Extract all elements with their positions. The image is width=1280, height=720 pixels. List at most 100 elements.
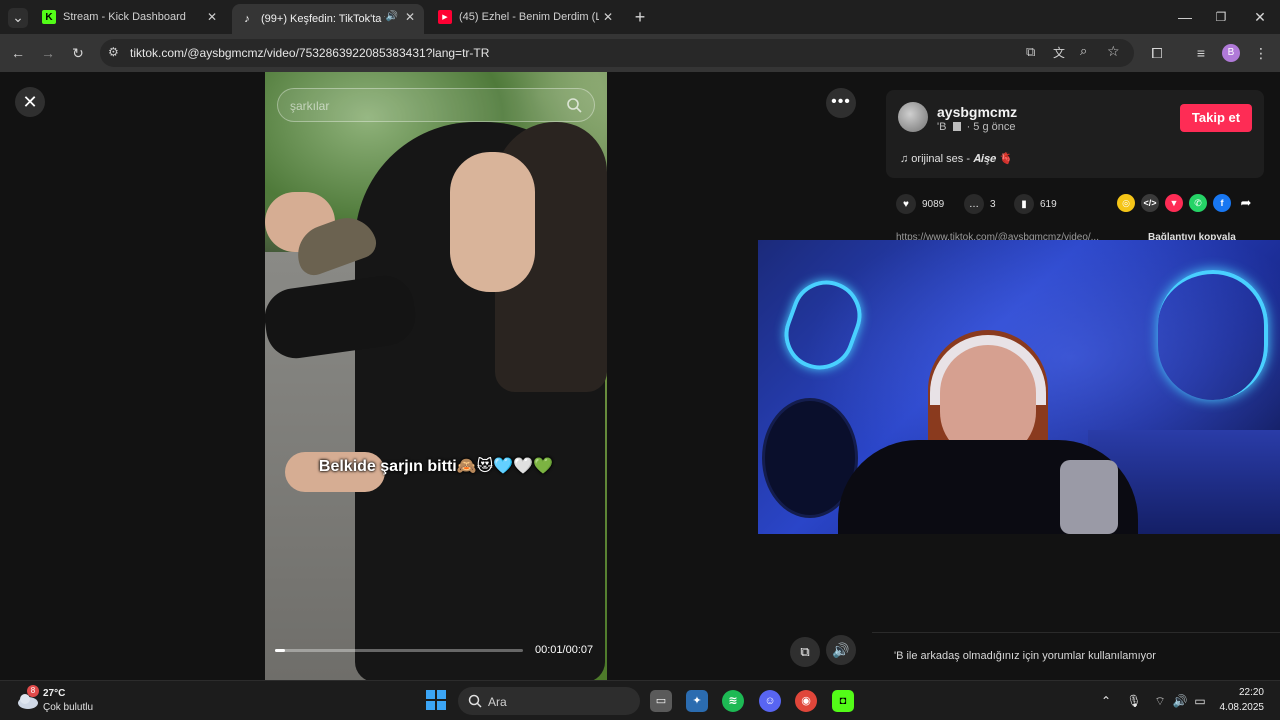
- close-icon[interactable]: ✕: [204, 9, 220, 25]
- weather-description[interactable]: Çok bulutlu: [43, 702, 93, 713]
- back-icon[interactable]: ←: [9, 44, 27, 62]
- menu-kebab-icon[interactable]: ⋮: [1252, 44, 1270, 62]
- volume-button[interactable]: 🔊: [826, 635, 856, 665]
- tiktok-icon: ♪: [244, 13, 250, 25]
- windows-taskbar: 8 27°C Çok bulutlu Ara ▭ ✦ ≋ ☺ ◉ ◘ ⌃ 🎙 ⌔…: [0, 680, 1280, 720]
- url-text[interactable]: tiktok.com/@aysbgmcmz/video/753286392208…: [130, 46, 489, 60]
- youtube-icon: ▶: [438, 10, 452, 24]
- taskbar-search[interactable]: Ara: [458, 687, 640, 715]
- video-search-input[interactable]: şarkılar: [277, 88, 595, 122]
- close-icon[interactable]: ✕: [600, 9, 616, 25]
- maximize-icon[interactable]: ❐: [1212, 8, 1230, 26]
- coin-share-icon[interactable]: ◎: [1117, 194, 1135, 212]
- zoom-icon[interactable]: ⌕: [1080, 43, 1087, 59]
- kick-icon: K: [42, 10, 56, 24]
- comments-unavailable-note: 'B ile arkadaş olmadığınız için yorumlar…: [894, 650, 1156, 662]
- video-frame-face: [450, 152, 535, 292]
- like-count: 9089: [922, 198, 945, 210]
- close-video-button[interactable]: ✕: [15, 87, 45, 117]
- weather-temperature[interactable]: 27°C: [43, 688, 65, 699]
- site-info-icon[interactable]: ⚙: [108, 45, 119, 59]
- chevron-up-icon[interactable]: ⌃: [1098, 693, 1114, 709]
- video-player[interactable]: şarkılar Belkide şarjın bitti🙈😻🩵🤍💚 00:01…: [265, 72, 607, 680]
- weather-badge: 8: [27, 685, 39, 697]
- extensions-icon[interactable]: ⧠: [1148, 44, 1166, 62]
- speaker-icon[interactable]: 🔊: [386, 11, 398, 22]
- video-caption: Belkide şarjın bitti🙈😻🩵🤍💚: [318, 458, 554, 475]
- volume-icon[interactable]: 🔊: [1172, 693, 1188, 709]
- battery-icon[interactable]: ▭: [1192, 693, 1208, 709]
- kick-studio-icon[interactable]: ◘: [832, 690, 854, 712]
- chrome-icon[interactable]: ◉: [795, 690, 817, 712]
- video-search-placeholder: şarkılar: [290, 99, 330, 113]
- browser-tab-bar: ⌄ K Stream - Kick Dashboard ✕ ♪ (99+) Ke…: [0, 0, 1280, 34]
- search-icon[interactable]: [566, 97, 582, 113]
- author-card: aysbgmcmz 'B · 5 g önce Takip et ♫ oriji…: [886, 90, 1264, 178]
- comment-icon: …: [964, 194, 984, 214]
- like-action[interactable]: ♥ 9089: [896, 194, 944, 214]
- picture-in-picture-button[interactable]: ⧉: [790, 637, 820, 667]
- microphone: [1060, 460, 1118, 534]
- avatar[interactable]: [898, 102, 928, 132]
- redacted-block: [952, 122, 961, 131]
- microphone-icon[interactable]: 🎙: [1126, 693, 1142, 709]
- clock-date[interactable]: 4.08.2025: [1214, 702, 1265, 713]
- video-progress-fill: [275, 649, 285, 652]
- tab-search-icon[interactable]: ⌄: [8, 8, 28, 28]
- reload-icon[interactable]: ↻: [69, 44, 87, 62]
- author-nickname: 'B: [937, 121, 947, 133]
- music-link[interactable]: ♫ orijinal ses - 𝑨𝒊𝒔̧𝒆 🫀: [900, 152, 1013, 166]
- more-options-button[interactable]: •••: [826, 88, 856, 118]
- embed-icon[interactable]: </>: [1141, 194, 1159, 212]
- comments-note-text: 'B ile arkadaş olmadığınız için yorumlar…: [894, 650, 1156, 662]
- install-app-icon[interactable]: ⧉: [1026, 44, 1035, 60]
- new-tab-icon[interactable]: +: [631, 8, 649, 26]
- follow-button[interactable]: Takip et: [1180, 104, 1252, 132]
- tab-tiktok[interactable]: ♪ (99+) Keşfedin: TikTok'ta fa 🔊 ✕: [232, 4, 424, 34]
- tiktok-video-page: ✕ şarkılar Belkide şarjın bitti🙈😻🩵🤍💚 00:…: [0, 72, 1280, 680]
- window-close-icon[interactable]: ✕: [1251, 8, 1269, 26]
- bookmark-star-icon[interactable]: ☆: [1107, 43, 1120, 60]
- app-launcher-icon[interactable]: ✦: [686, 690, 708, 712]
- media-control-icon[interactable]: ≡: [1192, 44, 1210, 62]
- task-view-icon[interactable]: ▭: [650, 690, 672, 712]
- wifi-icon[interactable]: ⌔: [1152, 693, 1168, 709]
- comments-divider: [872, 632, 1280, 633]
- profile-avatar[interactable]: B: [1222, 44, 1240, 62]
- bookmark-icon: ▮: [1014, 194, 1034, 214]
- close-icon[interactable]: ✕: [402, 9, 418, 25]
- tab-youtube[interactable]: ▶ (45) Ezhel - Benim Derdim (Live ✕: [430, 4, 622, 30]
- comment-action[interactable]: … 3: [964, 194, 996, 214]
- clock-time[interactable]: 22:20: [1232, 687, 1264, 698]
- address-bar[interactable]: ⚙ tiktok.com/@aysbgmcmz/video/7532863922…: [100, 39, 1134, 67]
- tab-kick-dashboard[interactable]: K Stream - Kick Dashboard ✕: [34, 4, 226, 30]
- save-count: 619: [1040, 198, 1057, 210]
- author-meta: 'B · 5 g önce: [937, 121, 1015, 133]
- facebook-icon[interactable]: f: [1213, 194, 1231, 212]
- heart-icon: ♥: [896, 194, 916, 214]
- neon-light: [1158, 270, 1268, 400]
- video-time: 00:01/00:07: [535, 644, 594, 656]
- share-arrow-icon[interactable]: ➦: [1237, 194, 1255, 212]
- tab-title: Stream - Kick Dashboard: [63, 11, 186, 23]
- spotify-icon[interactable]: ≋: [722, 690, 744, 712]
- minimize-icon[interactable]: —: [1176, 8, 1194, 26]
- author-username[interactable]: aysbgmcmz: [937, 104, 1017, 120]
- webcam-overlay: [758, 240, 1280, 534]
- send-icon[interactable]: ▼: [1165, 194, 1183, 212]
- save-action[interactable]: ▮ 619: [1014, 194, 1057, 214]
- tab-title: (99+) Keşfedin: TikTok'ta fa: [261, 13, 385, 25]
- post-age: · 5 g önce: [966, 121, 1016, 133]
- forward-icon[interactable]: →: [39, 44, 57, 62]
- translate-icon[interactable]: 文: [1053, 44, 1065, 61]
- video-stage: ✕ şarkılar Belkide şarjın bitti🙈😻🩵🤍💚 00:…: [0, 72, 870, 680]
- search-icon: [468, 694, 482, 708]
- comment-count: 3: [990, 198, 996, 210]
- browser-toolbar: ← → ↻ ⚙ tiktok.com/@aysbgmcmz/video/7532…: [0, 34, 1280, 72]
- tab-title: (45) Ezhel - Benim Derdim (Live: [459, 11, 599, 23]
- taskbar-search-label: Ara: [488, 695, 507, 709]
- whatsapp-icon[interactable]: ✆: [1189, 194, 1207, 212]
- discord-icon[interactable]: ☺: [759, 690, 781, 712]
- video-progress-bar[interactable]: [275, 649, 523, 652]
- windows-start-icon[interactable]: [426, 690, 446, 710]
